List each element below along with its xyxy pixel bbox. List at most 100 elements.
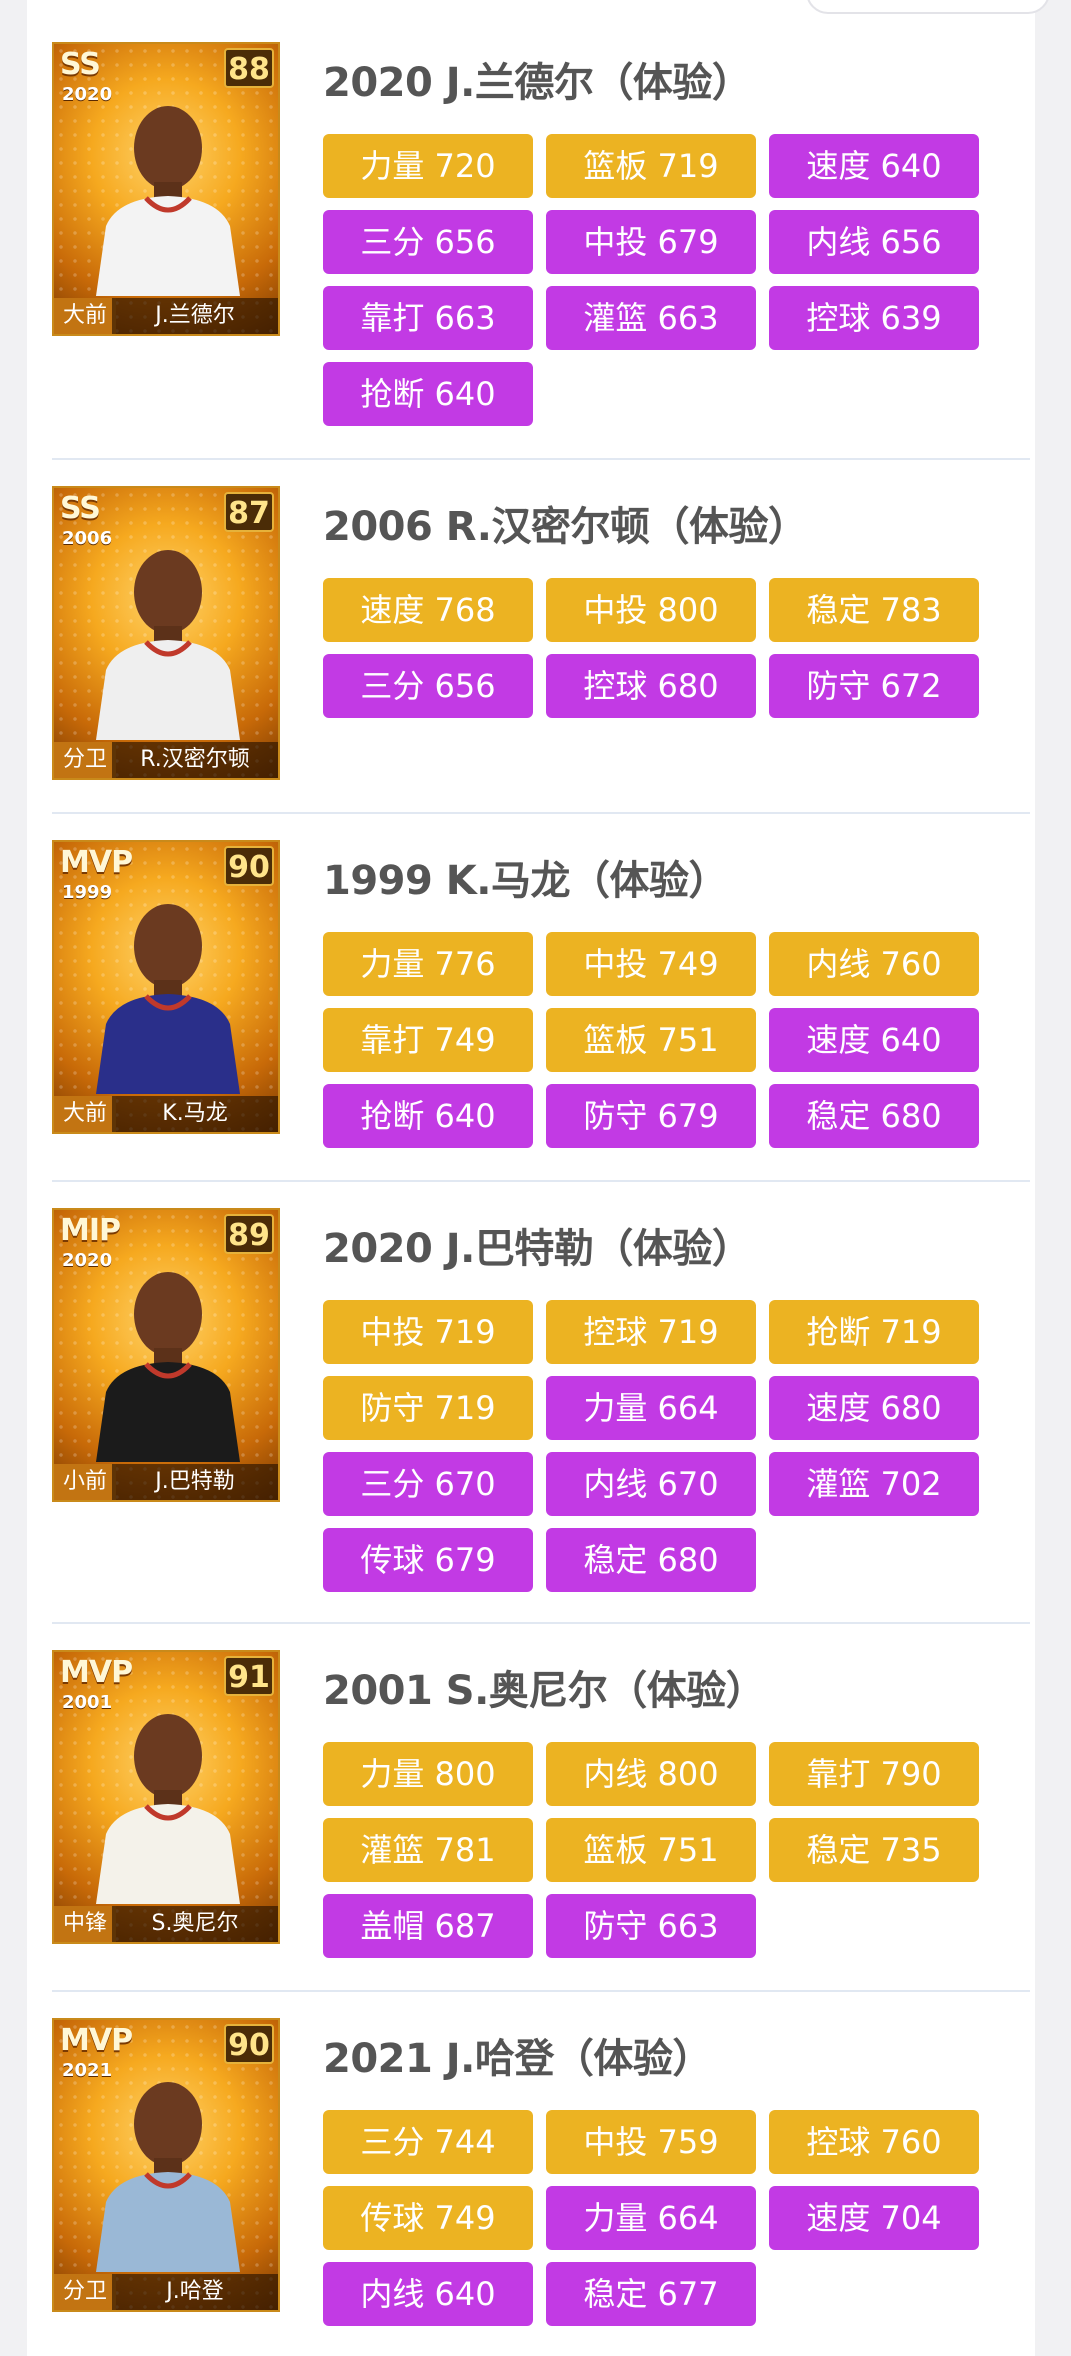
attribute-tag: 内线 670: [546, 1452, 756, 1516]
attribute-tag: 盖帽 687: [323, 1894, 533, 1958]
divider: [52, 1180, 1030, 1182]
card-position: 小前: [54, 1464, 116, 1500]
attribute-tag: 力量 720: [323, 134, 533, 198]
card-player-name: J.哈登: [112, 2274, 278, 2310]
card-rank-badge: MVP: [60, 845, 133, 880]
attribute-tag: 防守 719: [323, 1376, 533, 1440]
attribute-tag: 稳定 783: [769, 578, 979, 642]
player-title[interactable]: 2006 R.汉密尔顿（体验）: [323, 494, 808, 552]
card-player-name: K.马龙: [112, 1096, 278, 1132]
card-player-name: S.奥尼尔: [112, 1906, 278, 1942]
divider: [52, 458, 1030, 460]
attribute-tag: 力量 800: [323, 1742, 533, 1806]
attribute-tag: 速度 768: [323, 578, 533, 642]
player-title[interactable]: 2020 J.兰德尔（体验）: [323, 50, 752, 108]
player-card[interactable]: SS 2006 87 分卫 R.汉密尔顿: [52, 486, 280, 780]
player-title[interactable]: 1999 K.马龙（体验）: [323, 848, 728, 906]
attribute-tag: 中投 749: [546, 932, 756, 996]
divider: [52, 812, 1030, 814]
attribute-tag: 控球 760: [769, 2110, 979, 2174]
card-rating: 87: [224, 492, 274, 532]
card-player-name: R.汉密尔顿: [112, 742, 278, 778]
attribute-tag: 篮板 751: [546, 1008, 756, 1072]
attribute-tag: 力量 664: [546, 1376, 756, 1440]
player-card[interactable]: MVP 2001 91 中锋 S.奥尼尔: [52, 1650, 280, 1944]
card-rank-badge: SS: [60, 491, 101, 526]
card-position: 大前: [54, 298, 116, 334]
card-year: 1999: [62, 882, 113, 903]
divider: [52, 1990, 1030, 1992]
card-rank-badge: MVP: [60, 1655, 133, 1690]
card-rating: 91: [224, 1656, 274, 1696]
card-position: 大前: [54, 1096, 116, 1132]
attribute-tag: 中投 800: [546, 578, 756, 642]
attribute-tag: 速度 704: [769, 2186, 979, 2250]
player-portrait: [96, 550, 240, 740]
card-rating: 90: [224, 846, 274, 886]
card-player-name: J.巴特勒: [112, 1464, 278, 1500]
player-card[interactable]: MVP 2021 90 分卫 J.哈登: [52, 2018, 280, 2312]
card-year: 2006: [62, 528, 113, 549]
attribute-tag: 内线 760: [769, 932, 979, 996]
player-card[interactable]: SS 2020 88 大前 J.兰德尔: [52, 42, 280, 336]
attribute-tag: 稳定 680: [546, 1528, 756, 1592]
divider: [52, 1622, 1030, 1624]
card-year: 2021: [62, 2060, 113, 2081]
card-position: 分卫: [54, 742, 116, 778]
attribute-tag: 内线 640: [323, 2262, 533, 2326]
card-rating: 89: [224, 1214, 274, 1254]
attribute-tag: 防守 663: [546, 1894, 756, 1958]
card-rank-badge: SS: [60, 47, 101, 82]
player-title[interactable]: 2021 J.哈登（体验）: [323, 2026, 712, 2084]
attribute-tag: 三分 744: [323, 2110, 533, 2174]
attribute-tag: 中投 759: [546, 2110, 756, 2174]
attribute-tag: 灌篮 663: [546, 286, 756, 350]
attribute-tag: 靠打 749: [323, 1008, 533, 1072]
attribute-tag: 抢断 640: [323, 362, 533, 426]
attribute-tag: 内线 800: [546, 1742, 756, 1806]
attribute-tag: 三分 670: [323, 1452, 533, 1516]
player-portrait: [96, 2082, 240, 2272]
attribute-tag: 稳定 680: [769, 1084, 979, 1148]
attribute-tag: 力量 664: [546, 2186, 756, 2250]
attribute-tag: 灌篮 781: [323, 1818, 533, 1882]
attribute-tag: 控球 680: [546, 654, 756, 718]
attribute-tag: 抢断 719: [769, 1300, 979, 1364]
player-title[interactable]: 2020 J.巴特勒（体验）: [323, 1216, 752, 1274]
attribute-tag: 力量 776: [323, 932, 533, 996]
attribute-tag: 控球 639: [769, 286, 979, 350]
player-card[interactable]: MVP 1999 90 大前 K.马龙: [52, 840, 280, 1134]
attribute-tag: 稳定 735: [769, 1818, 979, 1882]
player-portrait: [96, 106, 240, 296]
attribute-tag: 篮板 719: [546, 134, 756, 198]
attribute-tag: 靠打 790: [769, 1742, 979, 1806]
card-rating: 90: [224, 2024, 274, 2064]
attribute-tag: 中投 719: [323, 1300, 533, 1364]
card-year: 2001: [62, 1692, 113, 1713]
attribute-tag: 传球 749: [323, 2186, 533, 2250]
attribute-tag: 灌篮 702: [769, 1452, 979, 1516]
card-rank-badge: MIP: [60, 1213, 121, 1248]
player-portrait: [96, 1272, 240, 1462]
attribute-tag: 三分 656: [323, 210, 533, 274]
top-pill-edge: [806, 0, 1050, 14]
attribute-tag: 内线 656: [769, 210, 979, 274]
attribute-tag: 稳定 677: [546, 2262, 756, 2326]
card-rank-badge: MVP: [60, 2023, 133, 2058]
attribute-tag: 篮板 751: [546, 1818, 756, 1882]
card-position: 中锋: [54, 1906, 116, 1942]
card-player-name: J.兰德尔: [112, 298, 278, 334]
content-panel: [27, 0, 1035, 2356]
player-card[interactable]: MIP 2020 89 小前 J.巴特勒: [52, 1208, 280, 1502]
attribute-tag: 防守 672: [769, 654, 979, 718]
attribute-tag: 速度 640: [769, 134, 979, 198]
player-title[interactable]: 2001 S.奥尼尔（体验）: [323, 1658, 766, 1716]
player-portrait: [96, 904, 240, 1094]
card-year: 2020: [62, 84, 113, 105]
card-year: 2020: [62, 1250, 113, 1271]
attribute-tag: 中投 679: [546, 210, 756, 274]
attribute-tag: 防守 679: [546, 1084, 756, 1148]
attribute-tag: 传球 679: [323, 1528, 533, 1592]
attribute-tag: 速度 640: [769, 1008, 979, 1072]
attribute-tag: 三分 656: [323, 654, 533, 718]
